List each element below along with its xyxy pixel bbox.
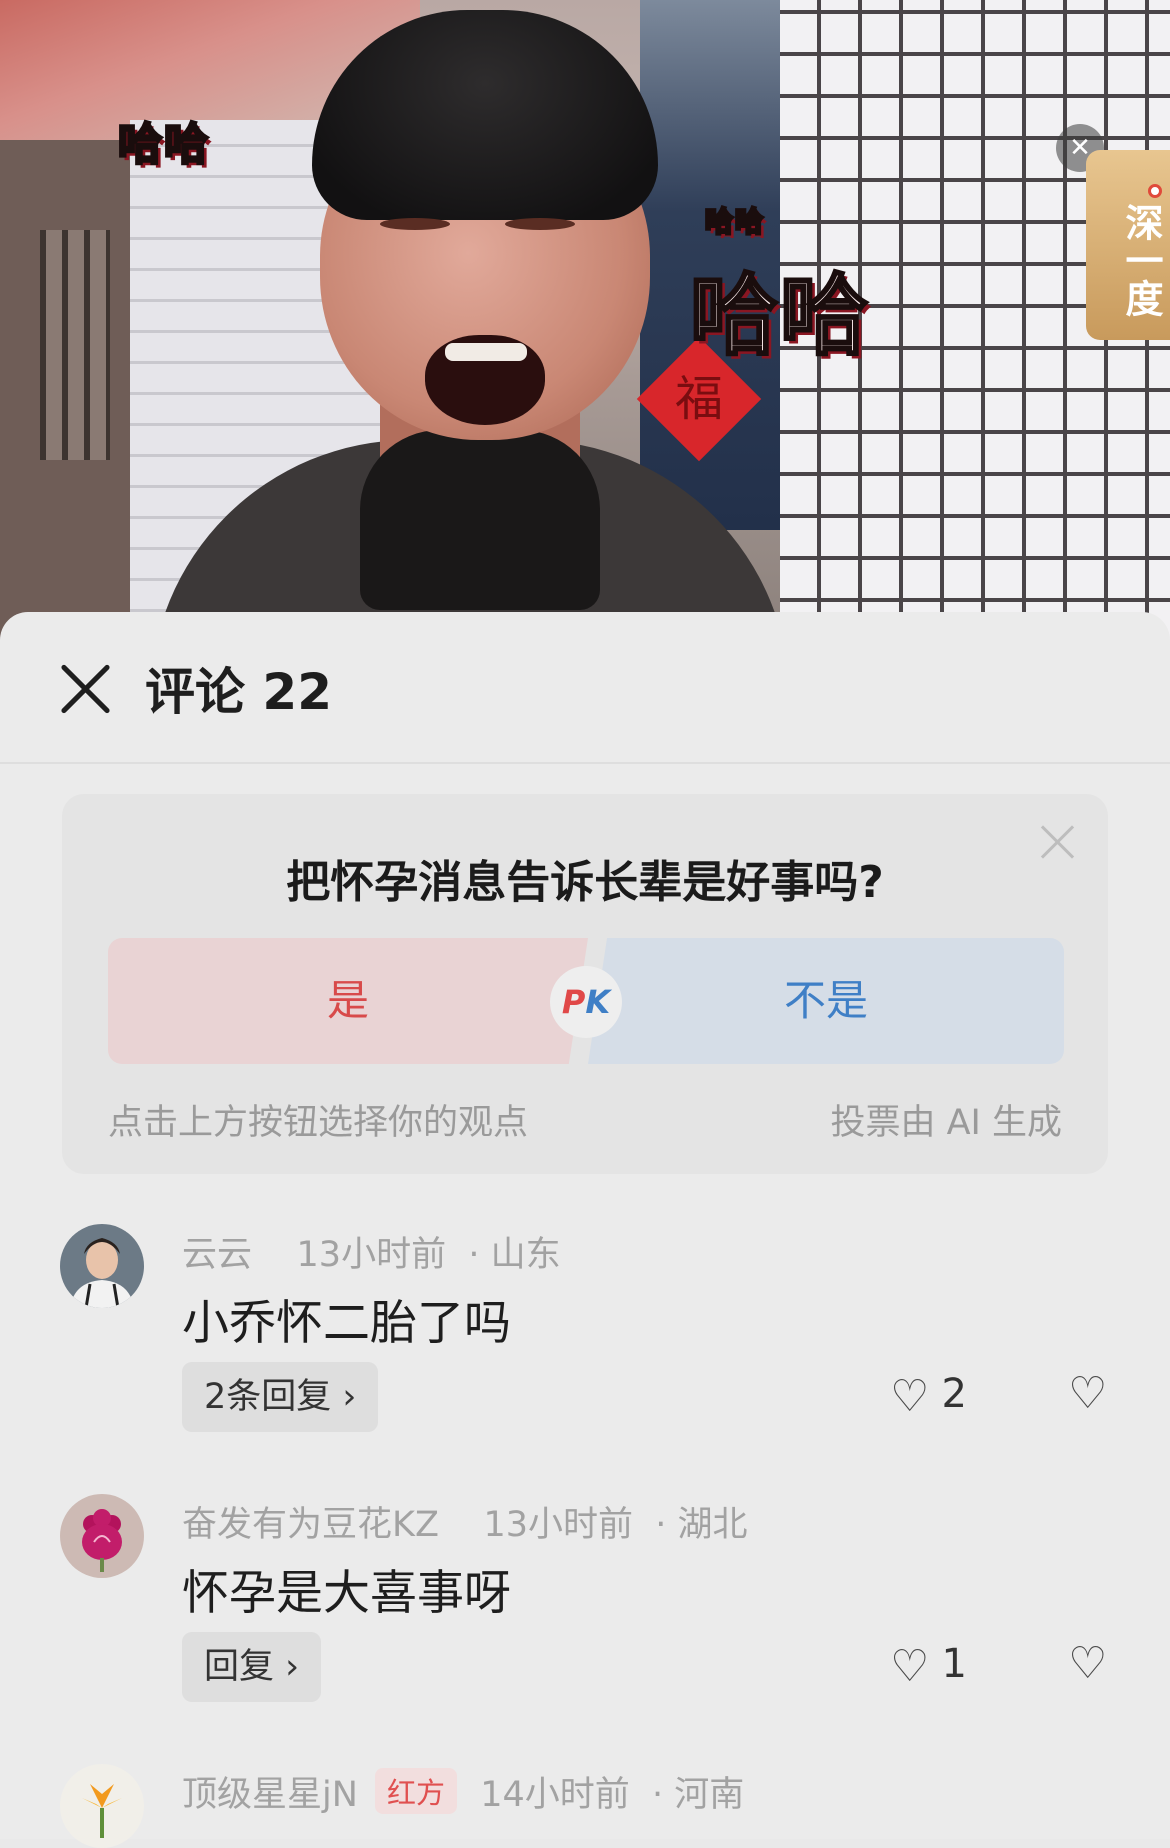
comment-meta: 顶级星星jN 红方 14小时前 · 河南 — [182, 1766, 744, 1817]
comment-time: 13小时前 — [483, 1505, 633, 1545]
comment-text: 小乔怀二胎了吗 — [182, 1296, 511, 1351]
comments-title: 评论 22 — [145, 663, 332, 721]
comment-location: · 山东 — [468, 1235, 561, 1275]
heart-icon: ♡ — [890, 1641, 930, 1692]
poll-ai-note: 投票由 AI 生成 — [830, 1103, 1062, 1143]
like-count: 1 — [941, 1641, 967, 1687]
camp-badge: 红方 — [375, 1768, 458, 1814]
comment-username[interactable]: 云云 — [182, 1235, 252, 1275]
comment-meta: 奋发有为豆花KZ 13小时前 · 湖北 — [182, 1496, 748, 1547]
broken-heart-icon[interactable]: ♡ — [1068, 1638, 1107, 1689]
comment-text: 怀孕是大喜事呀 — [182, 1566, 511, 1621]
vote-yes-label: 是 — [326, 976, 369, 1025]
vote-no-label: 不是 — [783, 976, 868, 1025]
comment-location: · 河南 — [652, 1775, 745, 1815]
pk-badge: PK — [550, 966, 622, 1038]
view-replies-button[interactable]: 2条回复 › — [182, 1362, 379, 1432]
left-eye — [380, 218, 450, 230]
comment-location: · 湖北 — [655, 1505, 748, 1545]
person-collar — [360, 430, 600, 610]
comment-username[interactable]: 顶级星星jN — [182, 1775, 358, 1815]
poll-card: 把怀孕消息告诉长辈是好事吗? 是 不是 PK 点击上方按钮选择你的观点 投票由 … — [62, 794, 1108, 1174]
pk-p: P — [561, 983, 586, 1021]
notification-dot — [1148, 184, 1162, 198]
comment-time: 13小时前 — [296, 1235, 447, 1275]
haha-sticker-tiny: 哈哈 — [703, 204, 766, 240]
poll-question: 把怀孕消息告诉长辈是好事吗? — [286, 857, 884, 908]
heart-icon: ♡ — [890, 1371, 930, 1422]
video-frame[interactable]: 福 哈哈 哈哈 哈哈 ✕ 深一度 — [0, 0, 1170, 640]
barred-window — [40, 230, 110, 460]
haha-sticker-large: 哈哈 — [688, 263, 871, 369]
comment-username[interactable]: 奋发有为豆花KZ — [182, 1505, 439, 1545]
broken-heart-icon[interactable]: ♡ — [1068, 1368, 1107, 1419]
vote-yes-button[interactable]: 是 — [108, 938, 588, 1064]
like-count: 2 — [941, 1371, 967, 1417]
poll-hint: 点击上方按钮选择你的观点 — [108, 1103, 529, 1143]
vote-no-button[interactable]: 不是 — [588, 938, 1064, 1064]
haha-sticker-small: 哈哈 — [117, 118, 210, 172]
teeth — [445, 343, 527, 361]
avatar[interactable] — [60, 1494, 144, 1578]
avatar[interactable] — [60, 1764, 144, 1848]
like-button[interactable]: ♡ 1 — [890, 1641, 967, 1692]
avatar[interactable] — [60, 1224, 144, 1308]
sheet-header: 评论 22 — [0, 612, 1170, 764]
comments-sheet: 评论 22 把怀孕消息告诉长辈是好事吗? 是 不是 PK 点击上方按钮选择你的观… — [0, 612, 1170, 1848]
close-comments-icon[interactable] — [56, 660, 114, 718]
like-button[interactable]: ♡ 2 — [890, 1371, 967, 1422]
pk-k: K — [585, 983, 611, 1021]
comment-meta: 云云 13小时前 · 山东 — [182, 1226, 561, 1277]
deep-dive-badge[interactable]: 深一度 — [1086, 150, 1170, 340]
comment-time: 14小时前 — [480, 1775, 630, 1815]
right-eye — [505, 218, 575, 230]
reply-button[interactable]: 回复 › — [182, 1632, 322, 1702]
